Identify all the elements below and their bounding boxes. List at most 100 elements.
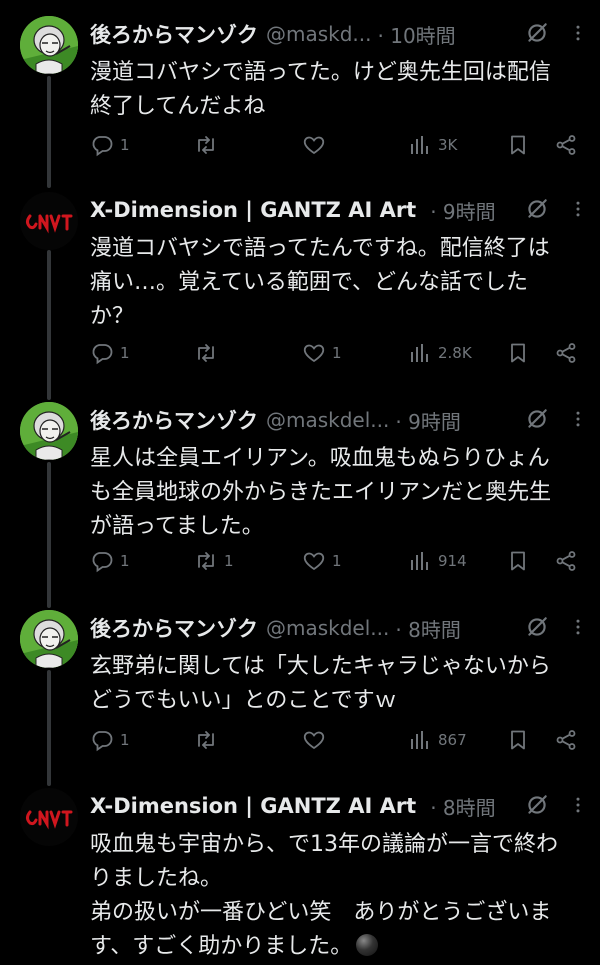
timestamp[interactable]: · 8時間 (430, 792, 495, 821)
heart-icon (302, 341, 326, 365)
old-man-avatar[interactable] (20, 402, 78, 460)
views-button[interactable]: 3K (408, 132, 457, 158)
retweet-button[interactable] (194, 727, 224, 753)
tweet-text-content: 吸血鬼も宇宙から、で13年の議論が一言で終わ りましたね。 弟の扱いが一番ひどい… (90, 832, 558, 959)
like-button[interactable] (302, 132, 332, 158)
timestamp[interactable]: · 8時間 (395, 614, 460, 643)
reply-icon (90, 133, 114, 157)
tweet-header: 後ろからマンゾク @maskd... · 10時間 (90, 16, 588, 52)
views-button[interactable]: 914 (408, 548, 467, 574)
retweet-icon (194, 549, 218, 573)
views-button[interactable]: 2.8K (408, 340, 472, 366)
view-count: 2.8K (438, 344, 472, 362)
bookmark-button[interactable] (506, 132, 530, 158)
grok-icon[interactable] (524, 406, 550, 432)
action-bar: 1 1 2.8K (90, 340, 588, 366)
author-name[interactable]: X-Dimension | GANTZ AI Art (90, 198, 416, 222)
old-man-avatar[interactable] (20, 610, 78, 668)
bookmark-icon (506, 133, 530, 157)
action-bar: 1 867 (90, 727, 588, 753)
author-name[interactable]: 後ろからマンゾク (90, 19, 258, 49)
tweet-text: 玄野弟に関しては「大したキャラじゃないから どうでもいい」とのことですｗ (90, 654, 551, 713)
action-bar: 1 3K (90, 132, 588, 158)
action-bar: 1 1 1 914 (90, 548, 588, 574)
tweet[interactable]: 後ろからマンゾク @maskd... · 10時間 漫道コバヤシで語ってた。けど… (0, 16, 600, 186)
like-button[interactable] (302, 727, 332, 753)
reply-icon (90, 728, 114, 752)
reply-button[interactable]: 1 (90, 727, 130, 753)
author-handle[interactable]: @maskd... (266, 22, 372, 46)
bookmark-icon (506, 549, 530, 573)
retweet-button[interactable]: 1 (194, 548, 234, 574)
tweet[interactable]: 後ろからマンゾク @maskdel... · 8時間 玄野弟に関しては「大したキ… (0, 610, 600, 780)
black-circle-emoji (356, 934, 379, 956)
bookmark-icon (506, 728, 530, 752)
reply-button[interactable]: 1 (90, 548, 130, 574)
heart-icon (302, 133, 326, 157)
author-name[interactable]: 後ろからマンゾク (90, 405, 258, 435)
like-count: 1 (332, 344, 342, 362)
bar-chart-icon (408, 549, 432, 573)
bookmark-button[interactable] (506, 727, 530, 753)
timestamp[interactable]: · 10時間 (378, 20, 456, 49)
timestamp[interactable]: · 9時間 (395, 406, 460, 435)
retweet-icon (194, 133, 218, 157)
retweet-count: 1 (224, 552, 234, 570)
like-button[interactable]: 1 (302, 548, 342, 574)
grok-icon[interactable] (524, 20, 550, 46)
share-button[interactable] (554, 132, 578, 158)
author-handle[interactable]: @maskdel... (266, 616, 389, 640)
bookmark-icon (506, 341, 530, 365)
tweet-text: 星人は全員エイリアン。吸血鬼もぬらりひょん も全員地球の外からきたエイリアンだと… (90, 446, 552, 539)
like-button[interactable]: 1 (302, 340, 342, 366)
timestamp[interactable]: · 9時間 (430, 196, 495, 225)
tweet-text: 吸血鬼も宇宙から、で13年の議論が一言で終わ りましたね。 弟の扱いが一番ひどい… (90, 828, 588, 964)
tweet-text: 漫道コバヤシで語ってたんですね。配信終了は 痛い…。覚えている範囲で、どんな話で… (90, 236, 550, 329)
bookmark-button[interactable] (506, 548, 530, 574)
reply-icon (90, 549, 114, 573)
views-button[interactable]: 867 (408, 727, 467, 753)
reply-icon (90, 341, 114, 365)
bar-chart-icon (408, 341, 432, 365)
reply-button[interactable]: 1 (90, 340, 130, 366)
tweet-text: 漫道コバヤシで語ってた。けど奥先生回は配信 終了してんだよね (90, 60, 551, 119)
gantz-logo-avatar[interactable] (20, 788, 78, 846)
reply-count: 1 (120, 344, 130, 362)
share-icon (554, 549, 578, 573)
tweet[interactable]: X-Dimension | GANTZ AI Art · 8時間 吸血鬼も宇宙か… (0, 788, 600, 965)
bookmark-button[interactable] (506, 340, 530, 366)
tweet[interactable]: X-Dimension | GANTZ AI Art · 9時間 漫道コバヤシで… (0, 192, 600, 392)
author-name[interactable]: 後ろからマンゾク (90, 613, 258, 643)
reply-button[interactable]: 1 (90, 132, 130, 158)
more-icon[interactable] (568, 406, 588, 432)
retweet-button[interactable] (194, 132, 224, 158)
more-icon[interactable] (568, 792, 588, 818)
view-count: 914 (438, 552, 467, 570)
tweet-header: X-Dimension | GANTZ AI Art · 9時間 (90, 192, 588, 228)
retweet-icon (194, 341, 218, 365)
author-name[interactable]: X-Dimension | GANTZ AI Art (90, 794, 416, 818)
reply-count: 1 (120, 136, 130, 154)
more-icon[interactable] (568, 20, 588, 46)
more-icon[interactable] (568, 614, 588, 640)
retweet-button[interactable] (194, 340, 224, 366)
tweet-header: 後ろからマンゾク @maskdel... · 9時間 (90, 402, 588, 438)
grok-icon[interactable] (524, 196, 550, 222)
heart-icon (302, 728, 326, 752)
old-man-avatar[interactable] (20, 16, 78, 74)
grok-icon[interactable] (524, 614, 550, 640)
share-icon (554, 728, 578, 752)
gantz-logo-avatar[interactable] (20, 192, 78, 250)
reply-count: 1 (120, 552, 130, 570)
author-handle[interactable]: @maskdel... (266, 408, 389, 432)
share-button[interactable] (554, 727, 578, 753)
bar-chart-icon (408, 133, 432, 157)
retweet-icon (194, 728, 218, 752)
view-count: 3K (438, 136, 458, 154)
tweet[interactable]: 後ろからマンゾク @maskdel... · 9時間 星人は全員エイリアン。吸血… (0, 402, 600, 602)
more-icon[interactable] (568, 196, 588, 222)
share-button[interactable] (554, 548, 578, 574)
share-button[interactable] (554, 340, 578, 366)
share-icon (554, 133, 578, 157)
grok-icon[interactable] (524, 792, 550, 818)
